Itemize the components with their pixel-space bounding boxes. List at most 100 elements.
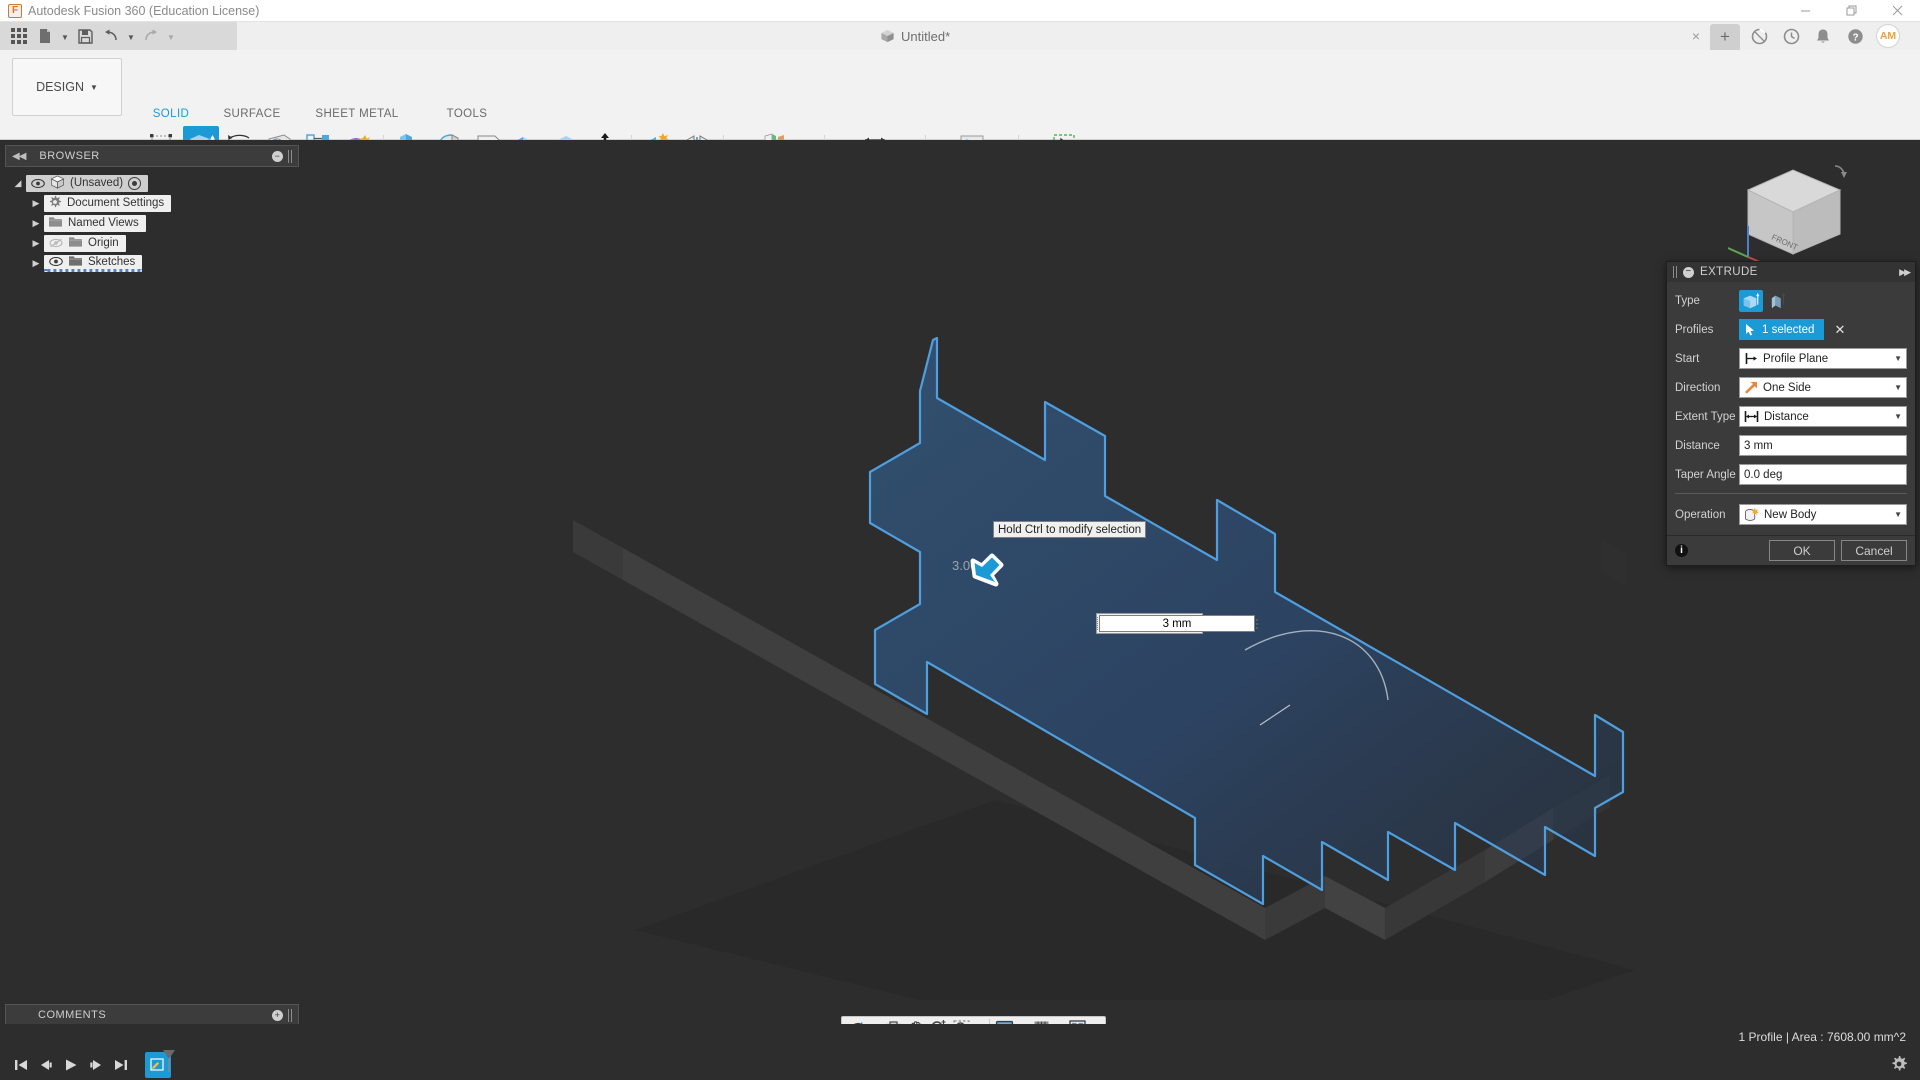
save-icon[interactable]	[73, 25, 97, 47]
timeline-marker-icon[interactable]	[161, 1049, 177, 1073]
timeline-first-icon[interactable]	[8, 1052, 33, 1078]
close-icon[interactable]	[1874, 0, 1920, 22]
comments-panel: COMMENTS +	[0, 999, 305, 1026]
window-controls	[1782, 0, 1920, 22]
status-text: 1 Profile | Area : 7608.00 mm^2	[1738, 1030, 1906, 1044]
extent-type-value: Distance	[1764, 410, 1809, 423]
ribbon-tabs: SOLID SURFACE SHEET METAL TOOLS	[140, 108, 522, 124]
maximize-icon[interactable]	[1828, 0, 1874, 22]
avatar[interactable]: AM	[1876, 24, 1900, 48]
row-operation: Operation New Body ▼	[1675, 502, 1907, 527]
expand-triangle-icon[interactable]: ▶	[28, 198, 44, 209]
extrude-profile-icon[interactable]	[1739, 289, 1763, 312]
tab-surface[interactable]: SURFACE	[202, 108, 302, 124]
timeline-settings-gear-icon[interactable]	[1890, 1055, 1908, 1076]
label-taper-angle: Taper Angle	[1675, 468, 1736, 481]
workspace-switcher-button[interactable]: DESIGN ▼	[12, 58, 122, 116]
new-file-caret-icon[interactable]: ▼	[59, 25, 71, 47]
extent-type-dropdown[interactable]: Distance ▼	[1739, 406, 1907, 427]
notifications-icon[interactable]	[1808, 22, 1838, 50]
extrude-dialog-footer: i OK Cancel	[1667, 535, 1915, 565]
tree-item-origin[interactable]: ▶ Origin	[0, 233, 305, 253]
dialog-expand-icon[interactable]: ▶▶	[1899, 267, 1911, 278]
svg-text:?: ?	[1852, 32, 1858, 43]
expand-triangle-icon[interactable]: ◢	[10, 178, 26, 189]
dialog-collapse-icon[interactable]: −	[1683, 266, 1694, 278]
dialog-drag-grip[interactable]	[1673, 266, 1677, 278]
operation-dropdown[interactable]: New Body ▼	[1739, 504, 1907, 525]
browser-minimize-icon[interactable]: −	[272, 150, 283, 162]
minimize-icon[interactable]	[1782, 0, 1828, 22]
direction-dropdown[interactable]: One Side ▼	[1739, 377, 1907, 398]
tree-item-sketches[interactable]: ▶ Sketches	[0, 253, 305, 273]
distance-value-input[interactable]	[1099, 615, 1255, 632]
browser-title: BROWSER	[39, 150, 100, 162]
distance-value: 3 mm	[1744, 439, 1773, 452]
label-operation: Operation	[1675, 508, 1726, 521]
job-status-icon[interactable]	[1744, 22, 1774, 50]
info-icon[interactable]: i	[1675, 544, 1688, 557]
timeline-play-icon[interactable]	[58, 1052, 83, 1078]
manipulator-menu-icon[interactable]	[1256, 618, 1258, 629]
visibility-eye-icon[interactable]	[48, 256, 63, 268]
help-icon[interactable]: ?	[1840, 22, 1870, 50]
profiles-selection-value: 1 selected	[1762, 323, 1815, 336]
expand-triangle-icon[interactable]: ▶	[28, 238, 44, 249]
tab-sheet-metal[interactable]: SHEET METAL	[302, 108, 412, 124]
clear-selection-icon[interactable]: ✕	[1834, 322, 1845, 338]
dimension-input-manipulator[interactable]	[1096, 613, 1258, 634]
drag-arrow-cursor-icon[interactable]	[968, 548, 1008, 588]
quick-access-toolbar: ▼ ▼ ▼	[0, 22, 237, 50]
tree-item-unsaved[interactable]: ◢ (Unsaved)	[0, 173, 305, 193]
undo-caret-icon[interactable]: ▼	[125, 25, 137, 47]
tab-solid[interactable]: SOLID	[140, 108, 202, 124]
recent-icon[interactable]	[1776, 22, 1806, 50]
visibility-eye-off-icon[interactable]	[48, 237, 63, 249]
timeline-last-icon[interactable]	[108, 1052, 133, 1078]
start-dropdown[interactable]: Profile Plane ▼	[1739, 348, 1907, 369]
visibility-eye-icon[interactable]	[30, 177, 45, 189]
tree-item-named-views[interactable]: ▶ Named Views	[0, 213, 305, 233]
extrude-thin-icon[interactable]	[1767, 290, 1791, 312]
timeline-sketch-feature[interactable]	[145, 1050, 175, 1078]
browser-collapse-icon[interactable]: ◀◀	[12, 151, 26, 162]
extrude-dialog-titlebar[interactable]: − EXTRUDE ▶▶	[1667, 262, 1915, 282]
expand-triangle-icon[interactable]: ▶	[28, 218, 44, 229]
ok-button[interactable]: OK	[1769, 540, 1835, 561]
fusion-logo-icon: F	[8, 3, 22, 18]
timeline-next-icon[interactable]	[83, 1052, 108, 1078]
new-document-tab-button[interactable]: +	[1710, 24, 1740, 50]
document-tab-close-icon[interactable]: ×	[1682, 22, 1710, 50]
row-start: Start Profile Plane ▼	[1675, 346, 1907, 371]
row-extent-type: Extent Type Distance ▼	[1675, 404, 1907, 429]
document-tab[interactable]: Untitled*	[880, 22, 950, 50]
profiles-selection-chip[interactable]: 1 selected	[1739, 319, 1825, 340]
activate-component-radio[interactable]	[128, 176, 142, 190]
cancel-button[interactable]: Cancel	[1841, 540, 1907, 561]
new-file-icon[interactable]	[33, 25, 57, 47]
manipulator-grip[interactable]	[1097, 614, 1098, 633]
comments-drag-grip[interactable]	[288, 1008, 292, 1022]
comments-add-icon[interactable]: +	[272, 1009, 283, 1021]
browser-header: ◀◀ BROWSER −	[5, 145, 299, 167]
timeline-prev-icon[interactable]	[33, 1052, 58, 1078]
extrude-dialog[interactable]: − EXTRUDE ▶▶ Type Profiles 1 selected ✕ …	[1666, 261, 1916, 566]
expand-triangle-icon[interactable]: ▶	[28, 258, 44, 269]
distance-field[interactable]: 3 mm	[1739, 435, 1907, 456]
redo-icon[interactable]	[139, 25, 163, 47]
taper-angle-value: 0.0 deg	[1744, 468, 1783, 481]
tree-label: Named Views	[68, 217, 139, 229]
app-grid-icon[interactable]	[7, 25, 31, 47]
view-cube[interactable]: FRONT	[1728, 162, 1858, 272]
browser-tree: ◢ (Unsaved) ▶ Document Settings ▶ Named …	[0, 173, 305, 273]
app-title: Autodesk Fusion 360 (Education License)	[28, 3, 260, 18]
tree-item-document-settings[interactable]: ▶ Document Settings	[0, 193, 305, 213]
document-tab-title: Untitled*	[901, 28, 951, 44]
row-profiles: Profiles 1 selected ✕	[1675, 317, 1907, 342]
redo-caret-icon[interactable]: ▼	[165, 25, 177, 47]
browser-drag-grip[interactable]	[288, 149, 292, 163]
label-extent-type: Extent Type	[1675, 410, 1736, 423]
tab-tools[interactable]: TOOLS	[412, 108, 522, 124]
taper-angle-field[interactable]: 0.0 deg	[1739, 464, 1907, 485]
undo-icon[interactable]	[99, 25, 123, 47]
